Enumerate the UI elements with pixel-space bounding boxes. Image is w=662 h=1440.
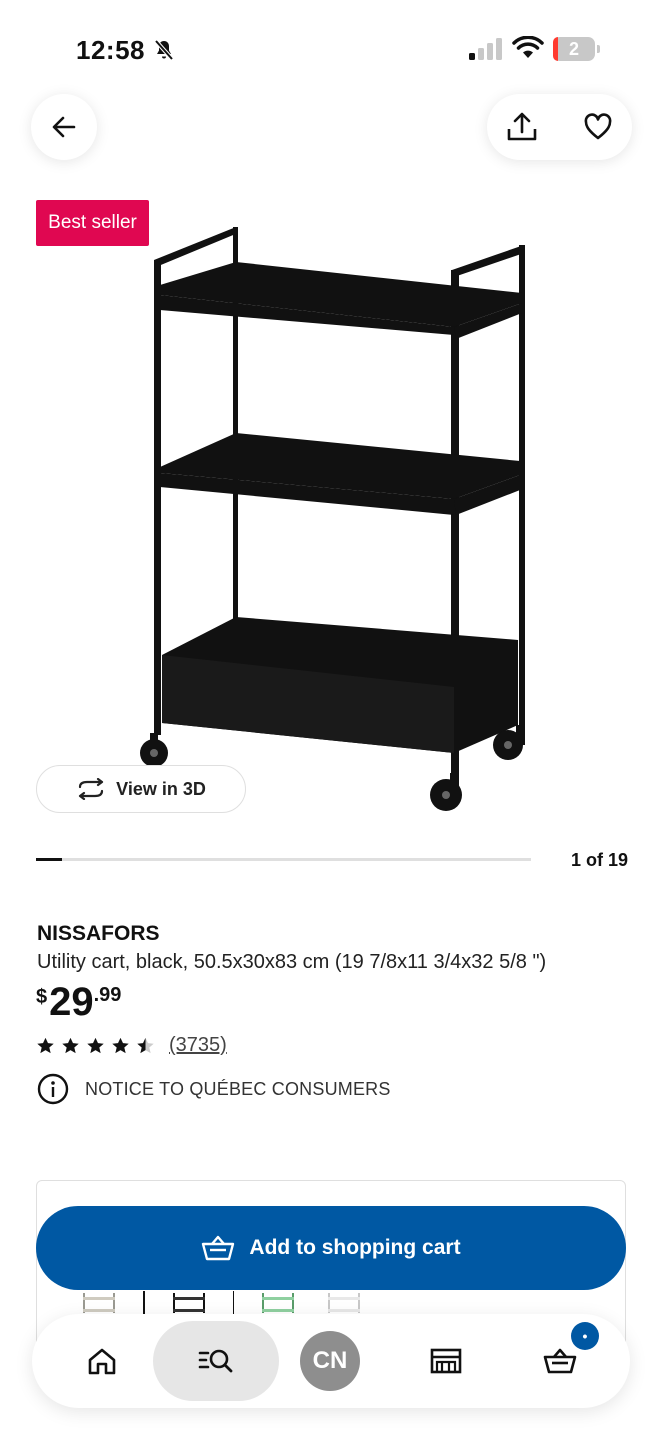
nav-search[interactable] — [153, 1321, 279, 1401]
wifi-icon — [512, 36, 544, 58]
quebec-notice[interactable]: NOTICE TO QUÉBEC CONSUMERS — [37, 1073, 391, 1105]
battery-level: 2 — [568, 39, 579, 59]
nav-profile[interactable]: CN — [290, 1321, 370, 1401]
add-to-cart-label: Add to shopping cart — [249, 1236, 461, 1259]
view-in-3d-label: View in 3D — [116, 778, 206, 799]
product-name: NISSAFORS — [37, 922, 160, 945]
share-button[interactable] — [503, 108, 541, 146]
status-bar: 12:58 2 — [0, 0, 662, 100]
store-icon — [430, 1348, 462, 1374]
view-in-3d-button[interactable]: View in 3D — [36, 765, 246, 813]
star-icon — [37, 1037, 54, 1054]
star-icon — [62, 1037, 79, 1054]
gallery-counter: 1 of 19 — [570, 850, 628, 870]
battery-icon: 2 — [553, 37, 601, 61]
share-icon — [507, 112, 537, 141]
favourite-button[interactable] — [579, 108, 617, 146]
back-button[interactable] — [31, 94, 97, 160]
basket-icon — [202, 1235, 235, 1261]
star-icon — [112, 1037, 129, 1054]
cart-icon — [543, 1348, 577, 1374]
price-decimal: .99 — [93, 984, 122, 1006]
heart-icon — [584, 113, 612, 140]
signal-icon — [469, 38, 502, 60]
bottom-nav: CN • — [32, 1314, 630, 1408]
search-icon — [198, 1349, 233, 1373]
star-icon — [87, 1037, 104, 1054]
product-description: Utility cart, black, 50.5x30x83 cm (19 7… — [37, 951, 547, 973]
cart-count-badge: • — [571, 1322, 599, 1350]
product-image[interactable] — [120, 215, 540, 815]
top-actions — [487, 94, 632, 160]
nav-home[interactable] — [62, 1321, 142, 1401]
variant-beige[interactable] — [77, 1293, 121, 1315]
gallery-progress — [36, 858, 531, 861]
arrow-left-icon — [52, 116, 76, 138]
nav-stores[interactable] — [406, 1321, 486, 1401]
add-to-cart-button[interactable]: Add to shopping cart — [36, 1206, 626, 1290]
rating-stars — [36, 1036, 155, 1055]
star-icon — [137, 1037, 154, 1054]
quebec-notice-label: NOTICE TO QUÉBEC CONSUMERS — [85, 1078, 391, 1099]
home-icon — [88, 1348, 116, 1375]
price-currency: $ — [36, 986, 48, 1008]
info-icon — [37, 1073, 69, 1105]
product-rating[interactable]: (3735) — [36, 1034, 227, 1057]
product-price: $ 29 .99 — [36, 980, 121, 1024]
status-time: 12:58 — [76, 35, 145, 65]
price-integer: 29 — [49, 980, 94, 1024]
variant-green[interactable] — [256, 1293, 300, 1315]
gallery-progress-fill — [36, 858, 63, 861]
rotate-3d-icon — [79, 778, 104, 800]
bell-slash-icon — [154, 39, 174, 61]
variant-white[interactable] — [322, 1293, 366, 1315]
variant-black[interactable] — [167, 1293, 211, 1315]
rating-count[interactable]: (3735) — [169, 1034, 227, 1057]
avatar: CN — [300, 1331, 360, 1391]
